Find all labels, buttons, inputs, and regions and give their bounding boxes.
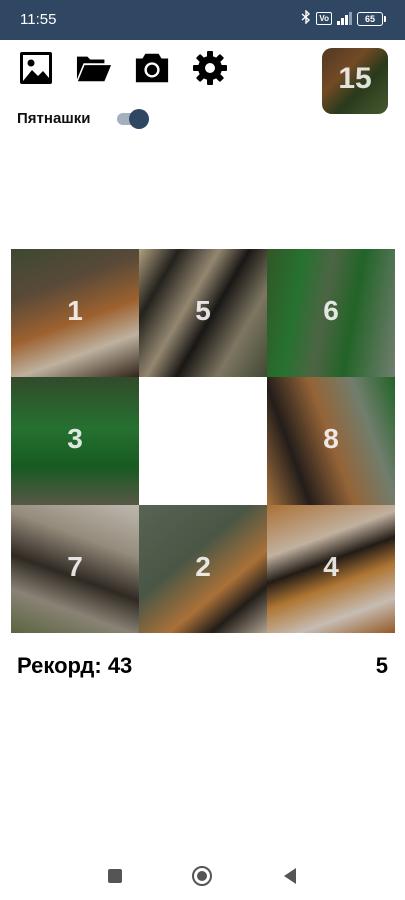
puzzle-tile[interactable]: 2 [139,505,267,633]
volte-icon: Vo [316,12,332,25]
puzzle-board: 1 5 6 3 8 7 2 4 [11,249,395,633]
tile-number: 4 [323,551,339,582]
tile-number: 7 [67,551,83,582]
tile-number: 3 [67,423,83,454]
status-icons: Vo 65 [301,9,386,27]
bluetooth-icon [301,9,311,27]
status-time: 11:55 [20,11,57,28]
battery-icon: 65 [357,11,386,26]
tile-number: 6 [323,295,339,326]
moves-counter: 5 [375,653,388,678]
puzzle-tile[interactable]: 8 [267,377,395,505]
image-icon [20,52,52,84]
settings-button[interactable] [192,50,228,86]
camera-button[interactable] [134,50,170,86]
record-label: Рекорд: 43 [17,653,133,678]
puzzle-tile[interactable]: 7 [11,505,139,633]
tile-number: 1 [67,295,83,326]
puzzle-tile[interactable]: 3 [11,377,139,505]
camera-icon [135,53,169,83]
status-bar: 11:55 Vo 65 [0,0,405,40]
folder-open-icon [76,56,112,82]
back-button[interactable] [276,862,304,890]
app-screen: 11:55 Vo 65 15 Пятнашки 1 5 6 3 8 7 2 4 … [0,0,405,900]
open-folder-button[interactable] [76,50,112,86]
puzzle-tile[interactable]: 5 [139,249,267,377]
signal-icon [337,12,352,25]
square-icon [108,869,122,883]
puzzle-tile[interactable]: 4 [267,505,395,633]
recent-apps-button[interactable] [101,862,129,890]
home-button[interactable] [188,862,216,890]
empty-tile [139,377,267,505]
puzzle-tile[interactable]: 6 [267,249,395,377]
mode-toggle-label: Пятнашки [17,110,91,127]
tile-number: 5 [195,295,211,326]
toggle-knob [129,109,149,129]
tile-number: 2 [195,551,211,582]
puzzle-tile[interactable]: 1 [11,249,139,377]
preview-number: 15 [338,62,372,95]
back-triangle-icon [284,868,296,884]
settings-gear-icon [193,51,227,85]
tile-number: 8 [323,423,339,454]
gallery-button[interactable] [18,50,54,86]
circle-icon [192,866,212,886]
mode-toggle-switch[interactable] [115,109,151,129]
puzzle-preview-thumbnail[interactable]: 15 [322,48,388,114]
